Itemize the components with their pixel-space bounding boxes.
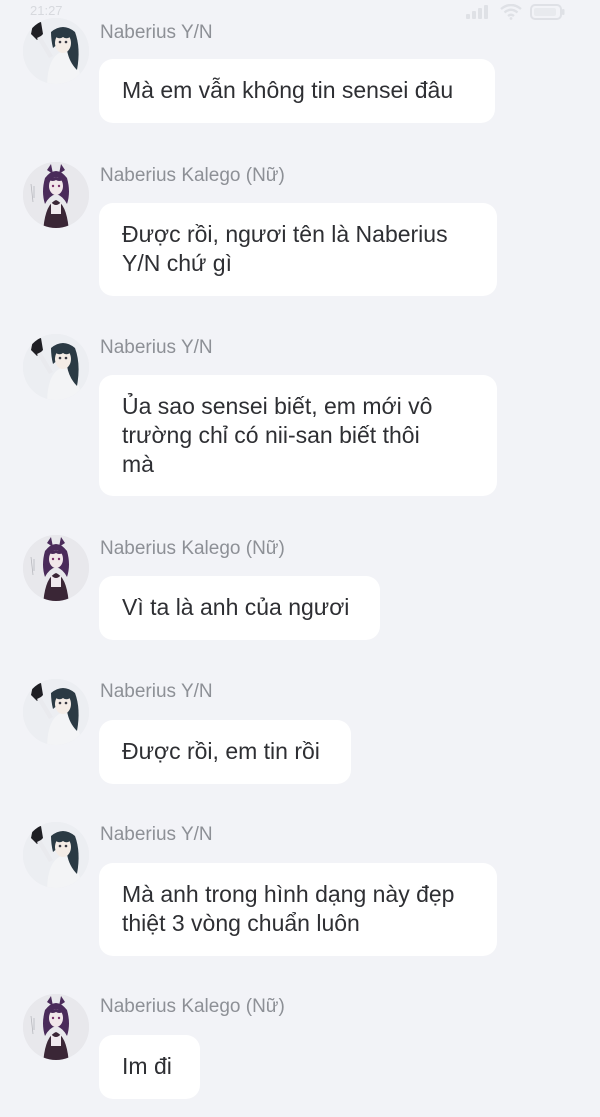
message-bubble[interactable]: Ủa sao sensei biết, em mới vô trường chỉ… (99, 375, 497, 496)
yn-avatar[interactable] (23, 18, 89, 84)
yn-avatar[interactable] (23, 822, 89, 888)
kalego-avatar[interactable] (23, 994, 89, 1060)
message-bubble[interactable]: Im đi (99, 1035, 200, 1099)
kalego-avatar[interactable] (23, 535, 89, 601)
sender-name: Naberius Kalego (Nữ) (100, 996, 285, 1017)
chat-log[interactable]: Naberius Y/N Mà em vẫn không tin sensei … (0, 0, 600, 1117)
kalego-avatar[interactable] (23, 162, 89, 228)
sender-name: Naberius Y/N (100, 681, 213, 702)
message-bubble[interactable]: Được rồi, ngươi tên là Naberius Y/N chứ … (99, 203, 497, 296)
sender-name: Naberius Y/N (100, 22, 213, 43)
message-bubble[interactable]: Mà anh trong hình dạng này đẹp thiệt 3 v… (99, 863, 497, 956)
message-bubble[interactable]: Mà em vẫn không tin sensei đâu (99, 59, 495, 123)
sender-name: Naberius Kalego (Nữ) (100, 165, 285, 186)
sender-name: Naberius Y/N (100, 824, 213, 845)
yn-avatar[interactable] (23, 334, 89, 400)
sender-name: Naberius Kalego (Nữ) (100, 538, 285, 559)
sender-name: Naberius Y/N (100, 337, 213, 358)
message-bubble[interactable]: Được rồi, em tin rồi (99, 720, 351, 784)
message-bubble[interactable]: Vì ta là anh của ngươi (99, 576, 380, 640)
yn-avatar[interactable] (23, 679, 89, 745)
